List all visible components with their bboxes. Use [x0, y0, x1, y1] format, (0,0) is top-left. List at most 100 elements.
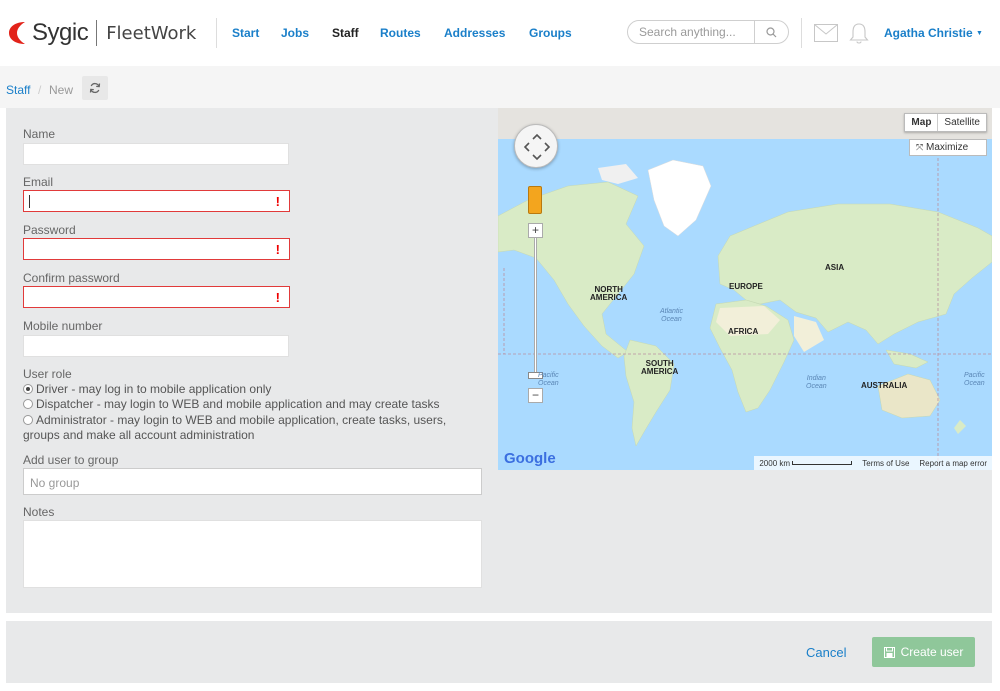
create-user-label: Create user: [900, 645, 964, 659]
confirm-password-field[interactable]: !: [23, 286, 290, 308]
global-search: [627, 20, 789, 44]
text-cursor: [29, 195, 30, 208]
map-label-pacific-left: Pacific Ocean: [538, 372, 559, 388]
header-divider: [801, 18, 802, 48]
map-label-indian-line2: Ocean: [806, 383, 827, 390]
nav-routes[interactable]: Routes: [380, 26, 421, 40]
map-footer: 2000 km Terms of Use Report a map error: [754, 456, 992, 470]
radio-dispatcher[interactable]: [23, 399, 33, 409]
role-dispatcher-label: Dispatcher - may login to WEB and mobile…: [36, 397, 440, 411]
map-label-europe: EUROPE: [729, 282, 763, 291]
group-select-value: No group: [30, 476, 80, 490]
user-menu[interactable]: Agatha Christie ▼: [884, 26, 983, 40]
radio-driver[interactable]: [23, 384, 33, 394]
pan-arrows-icon: [523, 133, 551, 161]
breadcrumb-staff-link[interactable]: Staff: [6, 83, 30, 97]
search-icon: [766, 26, 777, 37]
map-label-africa: AFRICA: [728, 327, 759, 336]
user-role-label: User role: [23, 367, 72, 381]
email-field[interactable]: !: [23, 190, 290, 212]
search-button[interactable]: [754, 20, 788, 44]
map-label-indian: Indian Ocean: [806, 375, 827, 391]
radio-administrator[interactable]: [23, 415, 33, 425]
confirm-password-label: Confirm password: [23, 271, 120, 285]
refresh-icon: [89, 82, 101, 94]
map-type-map-button[interactable]: Map: [905, 114, 937, 131]
street-view-pegman-icon[interactable]: [528, 186, 542, 214]
role-option-driver[interactable]: Driver - may log in to mobile applicatio…: [23, 382, 271, 397]
group-select[interactable]: No group: [23, 468, 482, 495]
nav-addresses[interactable]: Addresses: [444, 26, 505, 40]
map-type-satellite-button[interactable]: Satellite: [937, 114, 986, 131]
map-label-south-america: SOUTH AMERICA: [641, 360, 678, 376]
map-terms-link[interactable]: Terms of Use: [857, 459, 914, 468]
save-icon: [883, 646, 895, 658]
map-label-australia: AUSTRALIA: [861, 381, 908, 390]
nav-groups[interactable]: Groups: [529, 26, 572, 40]
location-map[interactable]: Map Satellite ⤧ Maximize + − ASIA EUROPE…: [498, 108, 992, 470]
map-label-north-america-line2: AMERICA: [590, 293, 628, 302]
map-label-indian-line1: Indian: [806, 375, 826, 382]
map-label-atlantic: Atlantic Ocean: [660, 308, 683, 324]
email-label: Email: [23, 175, 54, 189]
mail-icon[interactable]: [814, 24, 838, 42]
google-logo-text: Google: [504, 450, 556, 467]
search-input[interactable]: [639, 24, 757, 40]
map-label-pacific-right: Pacific Ocean: [964, 372, 985, 388]
breadcrumb-separator: /: [38, 83, 42, 97]
role-option-administrator[interactable]: Administrator - may login to WEB and mob…: [23, 413, 485, 443]
zoom-out-button[interactable]: −: [528, 388, 543, 403]
map-scale-bar: [792, 461, 853, 466]
add-to-group-label: Add user to group: [23, 453, 119, 467]
sygic-logo-mark-icon: [9, 22, 25, 44]
map-label-pacific-left-line2: Ocean: [538, 380, 559, 387]
map-report-error-link[interactable]: Report a map error: [914, 459, 992, 468]
logo-divider: [96, 20, 98, 46]
maximize-button[interactable]: ⤧ Maximize: [909, 139, 987, 156]
map-scale: 2000 km: [754, 459, 857, 468]
logo-product-text: FleetWork: [106, 22, 197, 44]
map-label-north-america: NORTH AMERICA: [590, 286, 627, 302]
map-label-atlantic-line2: Ocean: [661, 316, 682, 323]
map-label-asia: ASIA: [825, 263, 845, 272]
breadcrumb-current: New: [49, 83, 74, 97]
nav-jobs[interactable]: Jobs: [281, 26, 309, 40]
map-label-pacific-left-line1: Pacific: [538, 372, 559, 379]
map-label-pacific-right-line1: Pacific: [964, 372, 985, 379]
zoom-slider-track[interactable]: [534, 236, 537, 378]
role-driver-label: Driver - may log in to mobile applicatio…: [36, 382, 272, 396]
role-option-dispatcher[interactable]: Dispatcher - may login to WEB and mobile…: [23, 397, 440, 412]
sygic-logo[interactable]: Sygic FleetWork: [8, 19, 196, 47]
map-label-pacific-right-line2: Ocean: [964, 380, 985, 387]
map-scale-text: 2000 km: [759, 458, 791, 468]
password-error-icon: !: [275, 242, 280, 257]
notes-label: Notes: [23, 505, 55, 519]
nav-start[interactable]: Start: [232, 26, 259, 40]
map-label-south-america-line2: AMERICA: [641, 367, 679, 376]
user-name: Agatha Christie: [884, 26, 973, 40]
pan-control[interactable]: [514, 124, 558, 168]
name-field[interactable]: [23, 143, 289, 165]
mobile-number-label: Mobile number: [23, 319, 103, 333]
refresh-button[interactable]: [82, 76, 108, 100]
notes-textarea[interactable]: [23, 520, 482, 588]
google-logo[interactable]: Google: [504, 450, 556, 467]
confirm-password-error-icon: !: [275, 290, 280, 305]
breadcrumb: Staff / New: [0, 66, 1000, 108]
zoom-in-button[interactable]: +: [528, 223, 543, 238]
maximize-label: Maximize: [925, 142, 969, 153]
password-label: Password: [23, 223, 76, 237]
top-header: Sygic FleetWork Start Jobs Staff Routes …: [0, 0, 1000, 66]
create-user-button[interactable]: Create user: [872, 637, 975, 667]
map-type-control: Map Satellite: [904, 113, 987, 132]
nav-divider: [216, 18, 217, 48]
nav-staff[interactable]: Staff: [332, 26, 359, 40]
cancel-button[interactable]: Cancel: [806, 645, 846, 660]
password-field[interactable]: !: [23, 238, 290, 260]
mobile-number-field[interactable]: [23, 335, 289, 357]
maximize-icon: ⤧: [916, 142, 924, 152]
caret-down-icon: ▼: [976, 30, 983, 37]
logo-brand-text: Sygic: [32, 19, 89, 46]
name-label: Name: [23, 127, 56, 141]
bell-icon[interactable]: [849, 22, 869, 44]
